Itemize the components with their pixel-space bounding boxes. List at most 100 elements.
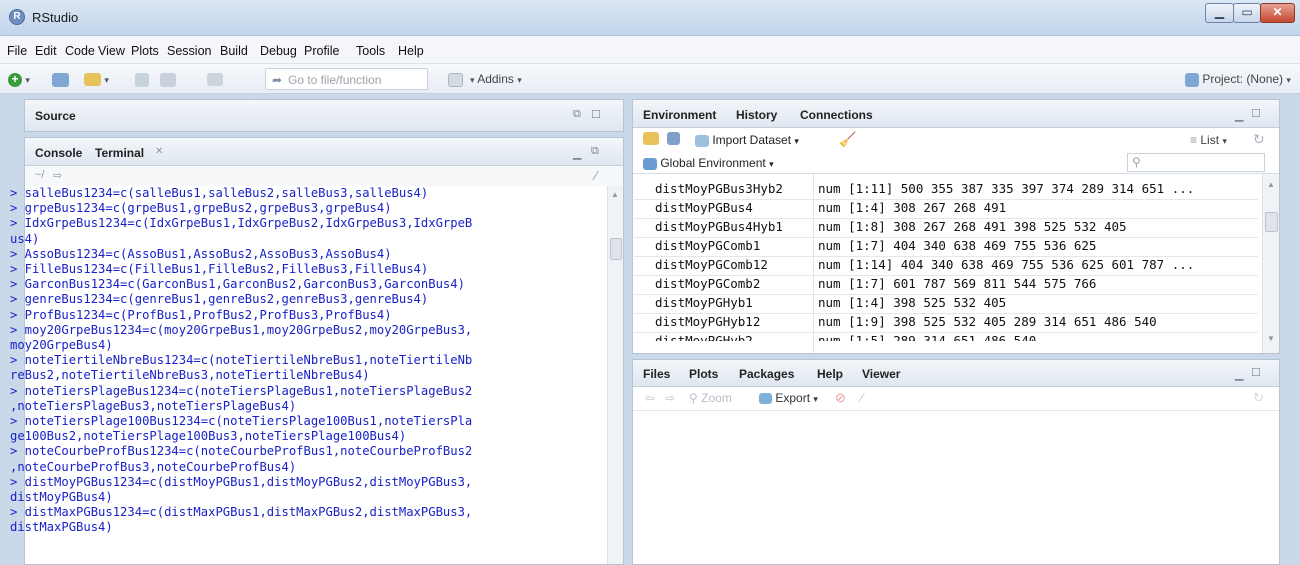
environment-row[interactable]: distMoyPGBus4Hyb1 num [1:8] 308 267 268 4… xyxy=(655,219,1260,237)
console-line: > distMoyPGBus1234=c(distMoyPGBus1,distM… xyxy=(10,474,473,489)
close-icon[interactable]: ✕ xyxy=(155,146,163,157)
working-directory[interactable]: ~/ xyxy=(35,169,44,181)
minimize-icon[interactable]: ▁ xyxy=(573,147,581,160)
folder-open-icon xyxy=(84,73,101,87)
magnifier-icon: ⚲ xyxy=(689,391,698,405)
menu-build[interactable]: Build xyxy=(220,44,248,58)
load-workspace-icon[interactable] xyxy=(643,132,659,145)
zoom-button[interactable]: ⚲ Zoom xyxy=(689,391,732,405)
menu-tools[interactable]: Tools xyxy=(356,44,385,58)
source-pane-title: Source xyxy=(35,109,76,123)
menu-session[interactable]: Session xyxy=(167,44,211,58)
print-button[interactable] xyxy=(207,70,223,88)
console-line: ,noteTiersPlageBus3,noteTiersPlageBus4) xyxy=(10,398,297,413)
new-project-button[interactable] xyxy=(52,70,69,88)
scroll-thumb[interactable] xyxy=(610,238,622,260)
maximize-icon[interactable]: ☐ xyxy=(591,108,601,121)
scope-label: Global Environment xyxy=(660,156,766,170)
chevron-down-icon: ▾ xyxy=(470,75,475,85)
tab-help[interactable]: Help xyxy=(817,367,843,381)
tab-environment[interactable]: Environment xyxy=(643,108,716,122)
variable-value: num [1:9] 398 525 532 405 289 314 651 48… xyxy=(818,314,1157,329)
go-to-file-input[interactable]: ➦ Go to file/function xyxy=(265,68,428,90)
environment-row[interactable]: distMoyPGComb12 num [1:14] 404 340 638 46… xyxy=(655,257,1260,275)
tab-terminal[interactable]: Terminal xyxy=(95,146,144,160)
refresh-icon[interactable]: ↻ xyxy=(1253,131,1265,148)
go-to-directory-icon[interactable]: ⇨ xyxy=(53,169,62,182)
maximize-icon[interactable]: ☐ xyxy=(1251,107,1261,120)
source-pane-header: Source ⧉ ☐ xyxy=(25,100,623,131)
console-output[interactable]: > salleBus1234=c(salleBus1,salleBus2,sal… xyxy=(10,186,608,536)
tab-files[interactable]: Files xyxy=(643,367,670,381)
tab-plots[interactable]: Plots xyxy=(689,367,718,381)
back-arrow-icon[interactable]: ⇦ xyxy=(645,391,655,405)
addins-button[interactable]: ▾ Addins ▾ xyxy=(470,70,522,88)
menu-file[interactable]: File xyxy=(7,44,27,58)
environment-row[interactable]: distMoyPGBus4 num [1:4] 308 267 268 491 xyxy=(655,200,1260,218)
import-dataset-button[interactable]: Import Dataset ▾ xyxy=(695,133,799,147)
scope-selector[interactable]: Global Environment ▾ xyxy=(643,156,774,170)
variable-name: distMoyPGHyb2 xyxy=(655,333,753,341)
menu-code[interactable]: Code xyxy=(65,44,95,58)
export-button[interactable]: Export ▾ xyxy=(759,391,818,405)
environment-scrollbar[interactable]: ▲ ▼ xyxy=(1262,174,1279,353)
environment-row[interactable]: distMoyPGComb1 num [1:7] 404 340 638 469 … xyxy=(655,238,1260,256)
remove-plot-icon[interactable]: ⊘ xyxy=(835,390,846,406)
scroll-down-icon[interactable]: ▼ xyxy=(1267,334,1275,343)
refresh-icon[interactable]: ↻ xyxy=(1253,390,1264,406)
restore-icon[interactable]: ⧉ xyxy=(591,145,599,158)
broom-icon[interactable]: ⁄ xyxy=(861,390,863,405)
console-line: distMoyPGBus4) xyxy=(10,490,113,505)
view-mode-button[interactable]: ≡ List ▾ xyxy=(1190,133,1227,147)
scroll-up-icon[interactable]: ▲ xyxy=(1267,180,1275,189)
plot-canvas[interactable] xyxy=(633,412,1279,564)
save-button[interactable] xyxy=(135,70,149,88)
variable-name: distMoyPGBus4Hyb1 xyxy=(655,219,783,234)
chevron-down-icon: ▾ xyxy=(1286,75,1291,85)
environment-row[interactable]: distMoyPGBus3Hyb2 num [1:11] 500 355 387 … xyxy=(655,181,1260,199)
new-file-button[interactable]: + ▾ xyxy=(8,70,30,88)
tab-connections[interactable]: Connections xyxy=(800,108,873,122)
menu-plots[interactable]: Plots xyxy=(131,44,159,58)
zoom-label: Zoom xyxy=(701,391,732,405)
minimize-icon[interactable]: ▁ xyxy=(1235,368,1243,381)
environment-row[interactable]: distMoyPGHyb1 num [1:4] 398 525 532 405 xyxy=(655,295,1260,313)
plots-tabbar: Files Plots Packages Help Viewer ▁ ☐ xyxy=(633,360,1279,387)
maximize-icon[interactable]: ☐ xyxy=(1251,366,1261,379)
close-button[interactable]: ✕ xyxy=(1260,3,1295,23)
scroll-up-icon[interactable]: ▲ xyxy=(611,190,619,199)
environment-row[interactable]: distMoyPGComb2 num [1:7] 601 787 569 811 … xyxy=(655,276,1260,294)
scroll-thumb[interactable] xyxy=(1265,212,1278,232)
tab-console[interactable]: Console xyxy=(35,146,82,160)
save-icon[interactable] xyxy=(667,132,680,145)
grid-button[interactable] xyxy=(448,70,463,88)
console-line: > GarconBus1234=c(GarconBus1,GarconBus2,… xyxy=(10,277,465,292)
restore-icon[interactable]: ⧉ xyxy=(573,108,581,121)
environment-row[interactable]: distMoyPGHyb2 num [1:5] 289 314 651 486 5… xyxy=(655,333,1260,341)
tab-history[interactable]: History xyxy=(736,108,777,122)
minimize-button[interactable]: ▁ xyxy=(1205,3,1234,23)
menu-edit[interactable]: Edit xyxy=(35,44,57,58)
forward-arrow-icon[interactable]: ⇨ xyxy=(665,391,675,405)
menu-view[interactable]: View xyxy=(98,44,125,58)
project-menu-button[interactable]: Project: (None) ▾ xyxy=(1185,70,1291,88)
console-line: > noteCourbeProfBus1234=c(noteCourbeProf… xyxy=(10,444,473,459)
environment-search-input[interactable]: ⚲ xyxy=(1127,153,1265,172)
menu-help[interactable]: Help xyxy=(398,44,424,58)
minimize-icon[interactable]: ▁ xyxy=(1235,109,1243,122)
menu-debug[interactable]: Debug xyxy=(260,44,297,58)
broom-icon[interactable]: ⁄ xyxy=(595,168,597,183)
save-all-button[interactable] xyxy=(160,70,176,88)
menu-profile[interactable]: Profile xyxy=(304,44,339,58)
environment-row[interactable]: distMoyPGHyb12 num [1:9] 398 525 532 405 … xyxy=(655,314,1260,332)
tab-packages[interactable]: Packages xyxy=(739,367,794,381)
console-line: > ProfBus1234=c(ProfBus1,ProfBus2,ProfBu… xyxy=(10,307,392,322)
maximize-button[interactable]: ▭ xyxy=(1233,3,1261,23)
console-line: ge100Bus2,noteTiersPlage100Bus3,noteTier… xyxy=(10,429,407,444)
list-icon: ≡ xyxy=(1190,133,1198,147)
tab-viewer[interactable]: Viewer xyxy=(862,367,900,381)
r-project-icon xyxy=(1185,72,1199,87)
open-file-button[interactable]: ▾ xyxy=(84,70,109,88)
broom-icon[interactable]: 🧹 xyxy=(839,131,856,148)
console-scrollbar[interactable]: ▲ xyxy=(607,186,623,564)
